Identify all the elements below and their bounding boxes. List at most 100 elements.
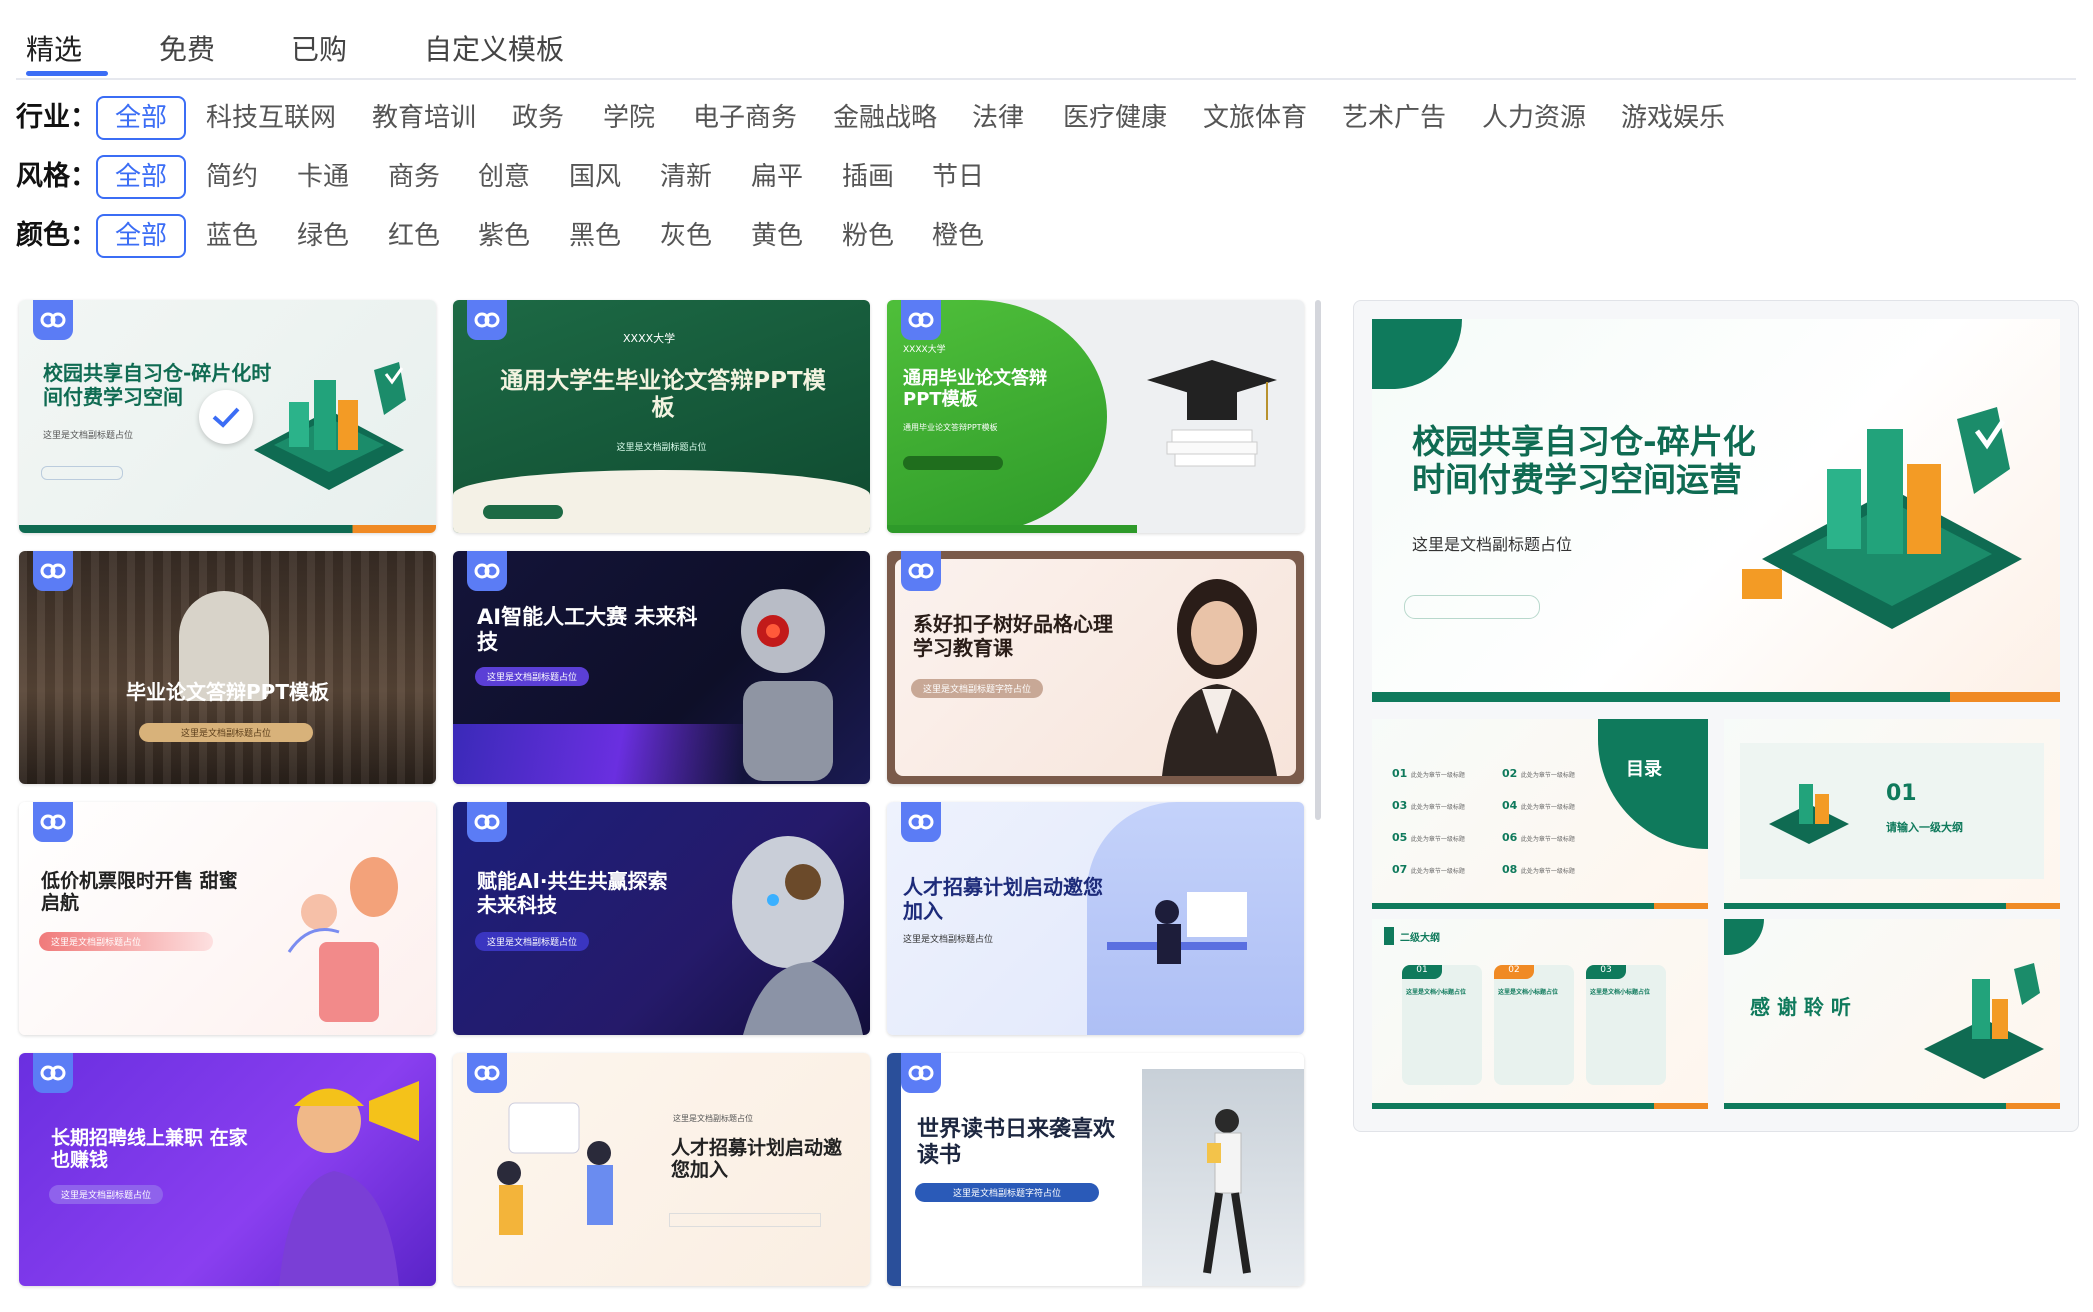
color-option[interactable]: 紫色 [478, 214, 530, 258]
university-name: XXXX大学 [903, 345, 946, 355]
style-filter: 风格： 全部 简约 卡通 商务 创意 国风 清新 扁平 插画 节日 [16, 155, 1016, 199]
color-option[interactable]: 灰色 [660, 214, 712, 258]
template-subtitle: 这里是文档副标题占位 [673, 1114, 753, 1123]
template-card[interactable]: 低价机票限时开售 甜蜜启航 这里是文档副标题占位 [19, 802, 436, 1035]
template-card[interactable]: XXXX大学 通用大学生毕业论文答辩PPT模板 这里是文档副标题占位 [453, 300, 870, 533]
template-card[interactable]: 系好扣子树好品格心理学习教育课 这里是文档副标题字符占位 [887, 551, 1304, 784]
tab-free[interactable]: 免费 [159, 28, 215, 68]
color-option[interactable]: 粉色 [842, 214, 894, 258]
preview-title: 校园共享自习仓-碎片化 时间付费学习空间运营 [1412, 422, 1756, 499]
template-badge-icon [901, 1053, 941, 1093]
template-card[interactable]: 人才招募计划启动邀您加入 这里是文档副标题占位 [887, 802, 1304, 1035]
template-title: 通用毕业论文答辩PPT模板 [903, 368, 1047, 411]
isometric-building-illustration [254, 362, 406, 490]
color-option[interactable]: 黑色 [569, 214, 621, 258]
tab-purchased[interactable]: 已购 [291, 28, 347, 68]
preview-section-slide[interactable]: 01 请输入一级大纲 [1724, 719, 2060, 909]
style-option[interactable]: 卡通 [297, 155, 349, 199]
template-card[interactable]: 这里是文档副标题占位 人才招募计划启动邀您加入 [453, 1053, 870, 1286]
template-card[interactable]: 赋能AI·共生共赢探索未来科技 这里是文档副标题占位 [453, 802, 870, 1035]
selected-check-icon [199, 390, 253, 444]
template-badge-icon [467, 1053, 507, 1093]
template-badge-icon [467, 802, 507, 842]
section-number: 01 [1886, 781, 1917, 806]
industry-option[interactable]: 金融战略 [833, 96, 937, 140]
active-tab-indicator [26, 71, 108, 76]
university-name: XXXX大学 [623, 332, 676, 345]
style-option[interactable]: 扁平 [751, 155, 803, 199]
thanks-text: 感 谢 聆 听 [1750, 995, 1851, 1019]
industry-option[interactable]: 文旅体育 [1203, 96, 1307, 140]
color-option[interactable]: 橙色 [932, 214, 984, 258]
template-subtitle: 这里是文档副标题占位 [475, 932, 590, 951]
toc-title: 目录 [1626, 759, 1662, 780]
template-title: 毕业论文答辩PPT模板 [126, 680, 329, 704]
industry-option[interactable]: 艺术广告 [1342, 96, 1446, 140]
style-option[interactable]: 创意 [478, 155, 530, 199]
template-subtitle: 这里是文档副标题占位 [43, 431, 134, 441]
tab-featured[interactable]: 精选 [26, 28, 82, 68]
template-tabs: 精选 免费 已购 自定义模板 [16, 20, 2076, 80]
template-subtitle: 这里是文档副标题字符占位 [915, 1183, 1099, 1202]
style-option[interactable]: 节日 [932, 155, 984, 199]
robot-illustration [741, 589, 833, 781]
template-subtitle: 这里是文档副标题占位 [616, 443, 707, 453]
tab-custom-template[interactable]: 自定义模板 [424, 28, 564, 68]
template-badge-icon [467, 300, 507, 340]
template-title: 赋能AI·共生共赢探索未来科技 [477, 869, 668, 917]
color-option[interactable]: 黄色 [751, 214, 803, 258]
industry-option-all[interactable]: 全部 [96, 96, 186, 140]
industry-filter-label: 行业： [16, 102, 97, 133]
style-option[interactable]: 插画 [842, 155, 894, 199]
preview-toc-slide[interactable]: 目录 01 此处为章节一级标题 02 此处为章节一级标题 03 此处为章节一级标… [1372, 719, 1708, 909]
style-option-all[interactable]: 全部 [96, 155, 186, 199]
preview-thanks-slide[interactable]: 感 谢 聆 听 [1724, 919, 2060, 1109]
style-option[interactable]: 清新 [660, 155, 712, 199]
template-card[interactable]: AI智能人工大赛 未来科技 这里是文档副标题占位 [453, 551, 870, 784]
template-subtitle: 通用毕业论文答辩PPT模板 [903, 423, 998, 432]
industry-option[interactable]: 游戏娱乐 [1621, 96, 1725, 140]
template-title: 系好扣子树好品格心理学习教育课 [913, 612, 1113, 660]
template-badge-icon [33, 1053, 73, 1093]
template-subtitle: 这里是文档副标题占位 [475, 667, 590, 686]
style-option[interactable]: 商务 [388, 155, 440, 199]
style-option[interactable]: 简约 [206, 155, 258, 199]
preview-outline-slide[interactable]: 二级大纲 01 这里是文档小标题占位 02 这里是文档小标题占位 03 这里是文… [1372, 919, 1708, 1109]
outline-header: 二级大纲 [1400, 933, 1440, 944]
color-option[interactable]: 绿色 [297, 214, 349, 258]
template-card[interactable]: 长期招聘线上兼职 在家也赚钱 这里是文档副标题占位 [19, 1053, 436, 1286]
industry-option[interactable]: 科技互联网 [206, 96, 336, 140]
template-title: 世界读书日来袭喜欢读书 [917, 1117, 1116, 1168]
template-subtitle: 这里是文档副标题占位 [139, 723, 313, 742]
template-card[interactable]: XXXX大学 通用毕业论文答辩PPT模板 通用毕业论文答辩PPT模板 [887, 300, 1304, 533]
industry-option[interactable]: 法律 [972, 96, 1024, 140]
preview-isometric-illustration [1742, 407, 2022, 629]
template-title: 人才招募计划启动邀您加入 [903, 875, 1103, 923]
style-option[interactable]: 国风 [569, 155, 621, 199]
travel-suitcase-illustration [287, 857, 398, 1022]
industry-option[interactable]: 医疗健康 [1063, 96, 1167, 140]
industry-option[interactable]: 政务 [512, 96, 564, 140]
industry-option[interactable]: 人力资源 [1482, 96, 1586, 140]
color-option-all[interactable]: 全部 [96, 214, 186, 258]
template-card[interactable]: 世界读书日来袭喜欢读书 这里是文档副标题字符占位 [887, 1053, 1304, 1286]
industry-option[interactable]: 学院 [603, 96, 655, 140]
recruitment-people-illustration [497, 1102, 613, 1235]
template-subtitle: 这里是文档副标题占位 [903, 935, 994, 945]
office-worker-illustration [1107, 892, 1247, 964]
section-illustration [1769, 784, 1849, 844]
template-badge-icon [901, 300, 941, 340]
template-title: 通用大学生毕业论文答辩PPT模板 [500, 368, 826, 422]
megaphone-character-illustration [279, 1081, 419, 1286]
industry-option[interactable]: 电子商务 [693, 96, 797, 140]
template-subtitle: 这里是文档副标题占位 [39, 932, 213, 951]
template-card[interactable]: 校园共享自习仓-碎片化时间付费学习空间 这里是文档副标题占位 [19, 300, 436, 533]
thanks-illustration [1924, 963, 2044, 1079]
industry-filter: 行业： 全部 科技互联网 教育培训 政务 学院 电子商务 金融战略 法律 医疗健… [16, 96, 1756, 140]
color-option[interactable]: 蓝色 [206, 214, 258, 258]
color-option[interactable]: 红色 [388, 214, 440, 258]
template-badge-icon [467, 551, 507, 591]
grid-scrollbar[interactable] [1315, 300, 1321, 820]
template-card[interactable]: 毕业论文答辩PPT模板 这里是文档副标题占位 [19, 551, 436, 784]
industry-option[interactable]: 教育培训 [372, 96, 476, 140]
